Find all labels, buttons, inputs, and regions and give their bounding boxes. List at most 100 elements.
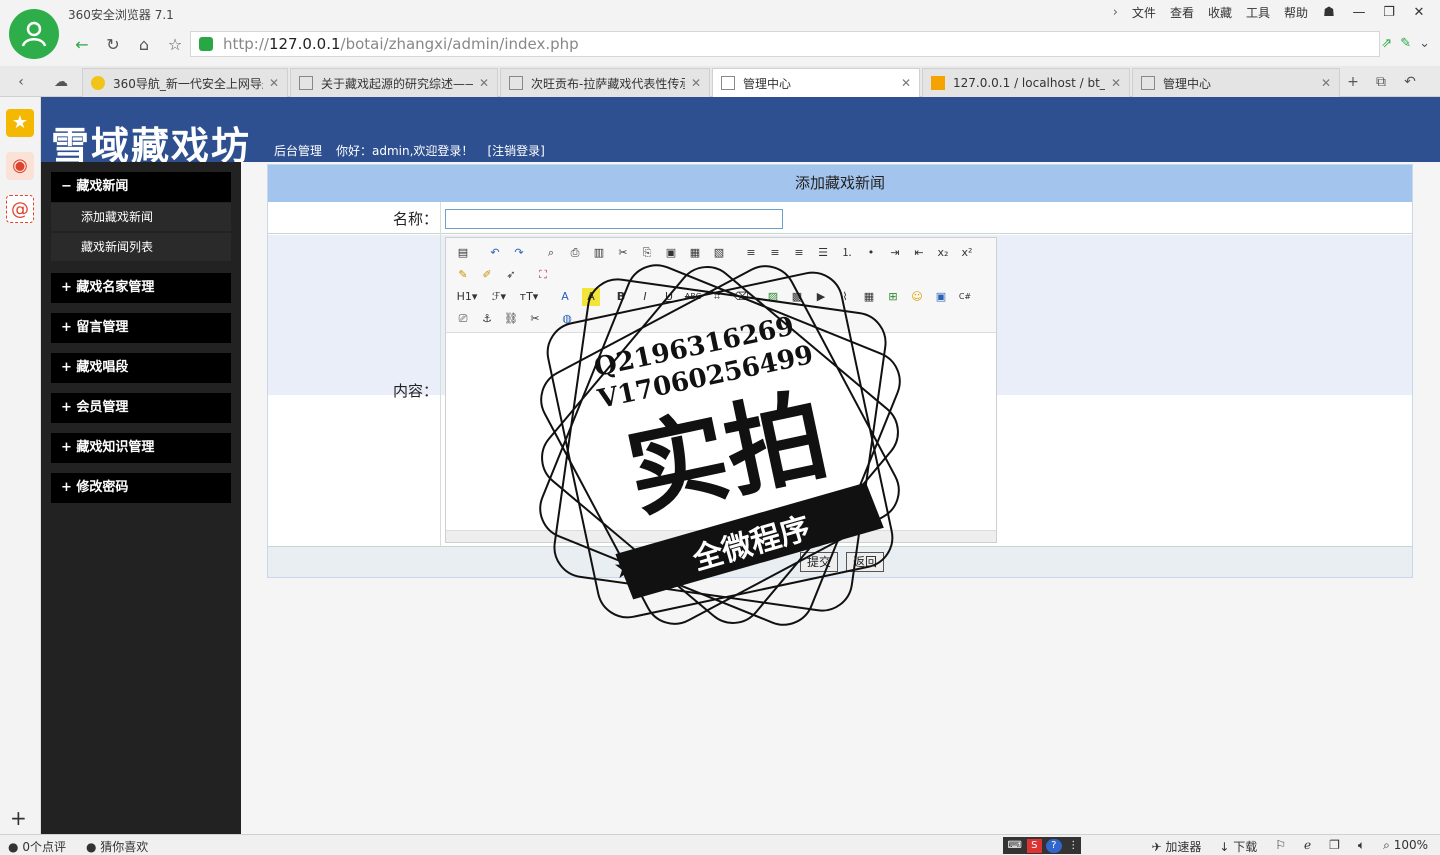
maximize-button[interactable]: ❐ [1376, 2, 1402, 24]
line-height-icon[interactable]: ⌗ [708, 288, 726, 306]
bold-icon[interactable]: B [612, 288, 630, 306]
tab-phpmyadmin[interactable]: 127.0.0.1 / localhost / bt_z ✕ [922, 68, 1130, 97]
format-brush-icon[interactable]: ✎ [454, 266, 472, 284]
admin-link[interactable]: 后台管理 [274, 142, 322, 159]
link-icon[interactable]: ⛓ [502, 310, 520, 328]
zoom-control[interactable]: ⌕ 100% [1383, 838, 1428, 855]
justify-icon[interactable]: ☰ [814, 244, 832, 262]
cut-icon[interactable]: ✂ [614, 244, 632, 262]
nav-group-masters[interactable]: + 藏戏名家管理 [51, 273, 231, 303]
new-tab-icon[interactable]: + [1342, 72, 1364, 92]
print-icon[interactable]: ⎙ [566, 244, 584, 262]
guess-you-like-link[interactable]: ● 猜你喜欢 [86, 838, 148, 855]
address-url[interactable]: http://127.0.0.1/botai/zhangxi/admin/ind… [223, 35, 579, 53]
editor-content-area[interactable] [446, 334, 996, 530]
user-avatar-icon[interactable] [9, 9, 59, 59]
font-color-icon[interactable]: A [556, 288, 574, 306]
unlink-icon[interactable]: ✂ [526, 310, 544, 328]
back-button[interactable]: 返回 [846, 552, 885, 572]
outdent-icon[interactable]: ⇤ [910, 244, 928, 262]
compat-mode-icon[interactable]: ✎ [1400, 36, 1411, 51]
sound-icon[interactable]: 🔈︎ [1358, 838, 1365, 855]
comments-link[interactable]: ● 0个点评 [8, 838, 66, 855]
chevron-down-icon[interactable]: ⌄ [1419, 36, 1430, 51]
share-icon[interactable]: ⇗ [1381, 36, 1392, 51]
undo-icon[interactable]: ↶ [486, 244, 504, 262]
close-tab-icon[interactable]: ✕ [901, 76, 911, 90]
menu-help[interactable]: 帮助 [1284, 4, 1308, 21]
highlight-icon[interactable]: A [582, 288, 600, 306]
italic-icon[interactable]: I [636, 288, 654, 306]
code-icon[interactable]: C# [956, 288, 974, 306]
attachment-icon[interactable]: ⌇ [836, 288, 854, 306]
eraser-icon[interactable]: ⌫ [732, 288, 750, 306]
tab-research-review[interactable]: 关于藏戏起源的研究综述—— ✕ [290, 68, 498, 97]
template-icon[interactable]: ▥ [590, 244, 608, 262]
menu-file[interactable]: 文件 [1132, 4, 1156, 21]
align-right-icon[interactable]: ≡ [790, 244, 808, 262]
sogou-icon[interactable]: S [1026, 838, 1042, 853]
close-tab-icon[interactable]: ✕ [1321, 76, 1331, 90]
nav-group-members[interactable]: + 会员管理 [51, 393, 231, 423]
insert-row-icon[interactable]: ⊞ [884, 288, 902, 306]
multi-image-icon[interactable]: ▩ [788, 288, 806, 306]
tab-admin-center-2[interactable]: 管理中心 ✕ [1132, 68, 1340, 97]
redo-icon[interactable]: ↷ [510, 244, 528, 262]
submit-button[interactable]: 提交 [800, 552, 839, 572]
insert-video-icon[interactable]: ▶ [812, 288, 830, 306]
minimize-button[interactable]: — [1346, 2, 1372, 24]
bullet-list-icon[interactable]: • [862, 244, 880, 262]
flag-icon[interactable]: ⚐ [1275, 838, 1286, 855]
tab-admin-center-active[interactable]: 管理中心 ✕ [712, 68, 920, 97]
nav-group-singing[interactable]: + 藏戏唱段 [51, 353, 231, 383]
ordered-list-icon[interactable]: ⒈ [838, 244, 856, 262]
insert-table-icon[interactable]: ▦ [860, 288, 878, 306]
window-icon[interactable]: ❐ [1329, 838, 1340, 855]
nav-item-news-list[interactable]: 藏戏新闻列表 [51, 233, 231, 261]
editor-resize-bar[interactable] [446, 530, 996, 542]
menu-tools[interactable]: 工具 [1246, 4, 1270, 21]
emoji-icon[interactable]: ☺ [908, 288, 926, 306]
superscript-icon[interactable]: x² [958, 244, 976, 262]
close-window-button[interactable]: ✕ [1406, 2, 1432, 24]
paste-icon[interactable]: ▣ [662, 244, 680, 262]
address-bar[interactable]: http://127.0.0.1/botai/zhangxi/admin/ind… [190, 31, 1380, 57]
page-break-icon[interactable]: ⎚ [454, 310, 472, 328]
paste-word-icon[interactable]: ▧ [710, 244, 728, 262]
nav-item-add-news[interactable]: 添加藏戏新闻 [51, 203, 231, 231]
font-size-icon[interactable]: тT▾ [516, 288, 542, 306]
more-icon[interactable]: ⋮ [1066, 839, 1082, 853]
select-all-icon[interactable]: ➶ [502, 266, 520, 284]
star-icon[interactable]: ☆ [164, 34, 186, 56]
align-left-icon[interactable]: ≡ [742, 244, 760, 262]
undo-close-tab-icon[interactable]: ↶ [1399, 72, 1421, 92]
nav-group-password[interactable]: + 修改密码 [51, 473, 231, 503]
close-tab-icon[interactable]: ✕ [691, 76, 701, 90]
keyboard-icon[interactable]: ⌨ [1007, 839, 1023, 853]
paste-text-icon[interactable]: ▦ [686, 244, 704, 262]
mail-icon[interactable]: @ [6, 195, 34, 223]
weibo-icon[interactable]: ◉ [6, 152, 34, 180]
favorites-star-icon[interactable]: ★ [6, 109, 34, 137]
logout-link[interactable]: [注销登录] [487, 142, 544, 159]
copy-icon[interactable]: ⎘ [638, 244, 656, 262]
menu-favorites[interactable]: 收藏 [1208, 4, 1232, 21]
menu-view[interactable]: 查看 [1170, 4, 1194, 21]
source-icon[interactable]: ▤ [454, 244, 472, 262]
close-tab-icon[interactable]: ✕ [269, 76, 279, 90]
close-tab-icon[interactable]: ✕ [479, 76, 489, 90]
strikethrough-icon[interactable]: ABC [684, 288, 702, 306]
fullscreen-icon[interactable]: ⛶ [534, 266, 552, 284]
image-manager-icon[interactable]: ▣ [932, 288, 950, 306]
tab-360-nav[interactable]: 360导航_新一代安全上网导航 ✕ [82, 68, 288, 97]
tab-scroll-left-icon[interactable]: ‹ [10, 72, 32, 92]
font-family-icon[interactable]: ℱ▾ [486, 288, 512, 306]
heading-dropdown-icon[interactable]: H1▾ [454, 288, 480, 306]
add-sidebar-icon[interactable]: + [10, 806, 27, 830]
skin-icon[interactable]: ☗ [1316, 2, 1342, 24]
map-icon[interactable]: ◍ [558, 310, 576, 328]
close-tab-icon[interactable]: ✕ [1111, 76, 1121, 90]
name-input[interactable] [445, 209, 783, 229]
accelerator-button[interactable]: ✈ 加速器 [1151, 838, 1201, 855]
cloud-icon[interactable]: ☁ [50, 72, 72, 92]
